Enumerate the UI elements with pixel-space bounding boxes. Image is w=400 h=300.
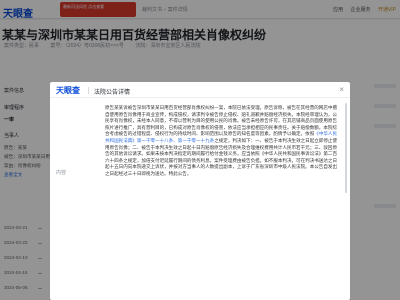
content-text: 原告某某诉被告深圳市某某日用百货经营部肖像权纠纷一案，本院已依法受理。原告诉称，…	[105, 105, 337, 137]
close-icon[interactable]: ×	[339, 85, 344, 94]
announcement-modal: 天眼查 法院公告详情 × 内容 原告某某诉被告深圳市某某日用百货经营部肖像权纠纷…	[50, 82, 350, 300]
modal-body: 内容 原告某某诉被告深圳市某某日用百货经营部肖像权纠纷一案，本院已依法受理。原告…	[50, 99, 350, 300]
scrollbar[interactable]	[345, 103, 347, 193]
modal-title: 法院公告详情	[94, 90, 131, 96]
header-divider	[88, 87, 89, 94]
modal-logo: 天眼查	[56, 86, 80, 95]
content-label: 内容	[56, 170, 67, 176]
content-text: 之规定，判决如下：一、被告于本判决生效之日起立即停止使用原告肖像；二、被告于本判…	[105, 137, 338, 176]
announcement-content: 原告某某诉被告深圳市某某日用百货经营部肖像权纠纷一案，本院已依法受理。原告诉称，…	[105, 105, 337, 178]
modal-header: 天眼查 法院公告详情 ×	[50, 82, 350, 98]
